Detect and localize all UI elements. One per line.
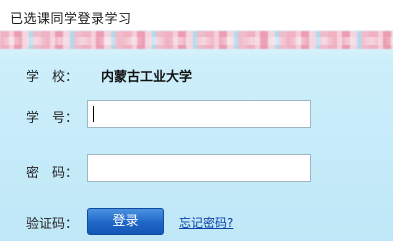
login-panel: 已选课同学登录学习 学 校： 内蒙古工业大学 学 号： 密 码： 验证码： 登录… — [0, 0, 393, 241]
school-value: 内蒙古工业大学 — [101, 70, 193, 85]
decorative-banner-highlight — [0, 37, 393, 45]
panel-title: 已选课同学登录学习 — [10, 12, 132, 27]
captcha-label: 验证码： — [26, 217, 79, 232]
password-label: 密 码： — [26, 166, 79, 181]
password-input[interactable] — [87, 154, 311, 182]
text-cursor — [93, 106, 94, 122]
login-button[interactable]: 登录 — [87, 208, 164, 235]
forgot-password-link[interactable]: 忘记密码? — [179, 214, 233, 231]
student-id-input[interactable] — [87, 100, 311, 128]
student-id-label: 学 号： — [26, 111, 79, 126]
school-label: 学 校： — [26, 70, 79, 85]
